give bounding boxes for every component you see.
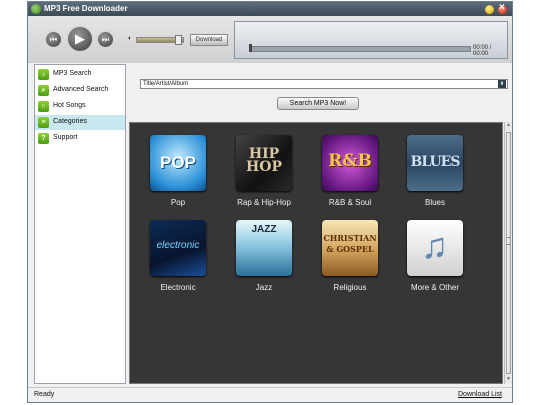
player-bar: ⏮ ▶ ⏭ ◐ Download 00:00 / 00:00 <box>28 16 512 63</box>
categories-panel: POP Pop HIP HOP Rap & Hip-Hop R&B R&B & … <box>129 122 503 384</box>
skip-back-icon: ⏮ <box>49 35 58 44</box>
vertical-scrollbar[interactable]: ▲ ▼ <box>504 122 512 384</box>
category-art-text: R&B <box>328 151 372 171</box>
music-note-icon: ♫ <box>421 225 448 266</box>
category-tile-blues[interactable]: BLUES <box>407 135 463 191</box>
sidebar-item-mp3-search[interactable]: ♪ MP3 Search <box>35 67 125 82</box>
category-label-religious[interactable]: Religious <box>310 283 390 292</box>
help-icon: ? <box>38 133 49 144</box>
category-label-electronic[interactable]: Electronic <box>138 283 218 292</box>
sidebar-item-hot-songs[interactable]: ∩ Hot Songs <box>35 99 125 114</box>
category-art-text: CHRISTIAN & GOSPEL <box>323 233 377 254</box>
category-tile-rap-hip-hop[interactable]: HIP HOP <box>236 135 292 191</box>
category-art-text: electronic <box>156 240 200 251</box>
sidebar-item-label: Hot Songs <box>53 102 86 109</box>
time-readout: 00:00 / 00:00 <box>473 45 492 57</box>
app-window: MP3 Free Downloader ⏮ ▶ ⏭ ◐ Download 00:… <box>27 1 513 403</box>
music-note-icon: ♪ <box>38 69 49 80</box>
category-label-rnb-soul[interactable]: R&B & Soul <box>310 198 390 207</box>
scroll-up-arrow-icon[interactable]: ▲ <box>505 122 512 129</box>
skip-forward-icon: ⏭ <box>101 35 110 44</box>
status-bar: Ready Download List <box>28 387 512 402</box>
app-logo-icon <box>31 4 41 14</box>
category-art-text: BLUES <box>410 154 461 170</box>
sidebar-item-label: MP3 Search <box>53 70 92 77</box>
category-label-rap-hip-hop[interactable]: Rap & Hip-Hop <box>224 198 304 207</box>
category-tile-jazz[interactable]: JAZZ <box>236 220 292 276</box>
sidebar-item-support[interactable]: ? Support <box>35 131 125 146</box>
category-art-text: HIP HOP <box>246 146 282 175</box>
category-art-text: JAZZ <box>251 224 277 235</box>
search-input[interactable]: Title/Artist/Album <box>140 79 508 89</box>
categories-icon: ≡ <box>38 117 49 128</box>
category-tile-religious[interactable]: CHRISTIAN & GOSPEL <box>322 220 378 276</box>
skip-forward-button[interactable]: ⏭ <box>96 30 115 49</box>
seek-bar-handle[interactable] <box>249 44 252 52</box>
search-type-dropdown[interactable]: ⬍ <box>498 80 506 88</box>
play-icon: ▶ <box>75 31 85 46</box>
headphones-icon: ∩ <box>38 101 49 112</box>
category-tile-more-other[interactable]: ♫ <box>407 220 463 276</box>
sidebar-item-label: Categories <box>53 118 87 125</box>
sidebar-item-categories[interactable]: ≡ Categories <box>35 115 125 130</box>
status-text: Ready <box>34 391 55 398</box>
category-tile-electronic[interactable]: electronic <box>150 220 206 276</box>
sidebar-item-label: Advanced Search <box>53 86 109 93</box>
category-label-jazz[interactable]: Jazz <box>224 283 304 292</box>
category-label-more-other[interactable]: More & Other <box>395 283 475 292</box>
search-mp3-button[interactable]: Search MP3 Now! <box>277 97 359 110</box>
scrollbar-grip-icon <box>507 237 510 245</box>
category-tile-pop[interactable]: POP <box>150 135 206 191</box>
category-tile-rnb-soul[interactable]: R&B <box>322 135 378 191</box>
volume-icon: ◐ <box>128 35 133 42</box>
seek-bar[interactable] <box>251 46 471 52</box>
minimize-button[interactable] <box>484 4 495 15</box>
category-art-text: POP <box>160 153 196 172</box>
scroll-down-arrow-icon[interactable]: ▼ <box>505 376 512 383</box>
title-bar: MP3 Free Downloader <box>28 2 512 16</box>
search-icon: ⌕ <box>38 85 49 96</box>
download-list-link[interactable]: Download List <box>458 391 502 398</box>
chevron-down-icon: ⬍ <box>499 81 505 87</box>
close-button[interactable] <box>497 2 508 15</box>
skip-back-button[interactable]: ⏮ <box>44 30 63 49</box>
window-title: MP3 Free Downloader <box>44 4 128 13</box>
download-button[interactable]: Download <box>190 34 228 46</box>
sidebar: ♪ MP3 Search ⌕ Advanced Search ∩ Hot Son… <box>34 64 126 384</box>
category-label-blues[interactable]: Blues <box>395 198 475 207</box>
scrollbar-thumb[interactable] <box>506 132 511 374</box>
sidebar-item-label: Support <box>53 134 78 141</box>
sidebar-item-advanced-search[interactable]: ⌕ Advanced Search <box>35 83 125 98</box>
volume-slider-handle[interactable] <box>174 35 182 45</box>
now-playing-display: 00:00 / 00:00 <box>234 21 508 59</box>
play-button[interactable]: ▶ <box>66 25 94 53</box>
category-label-pop[interactable]: Pop <box>138 198 218 207</box>
